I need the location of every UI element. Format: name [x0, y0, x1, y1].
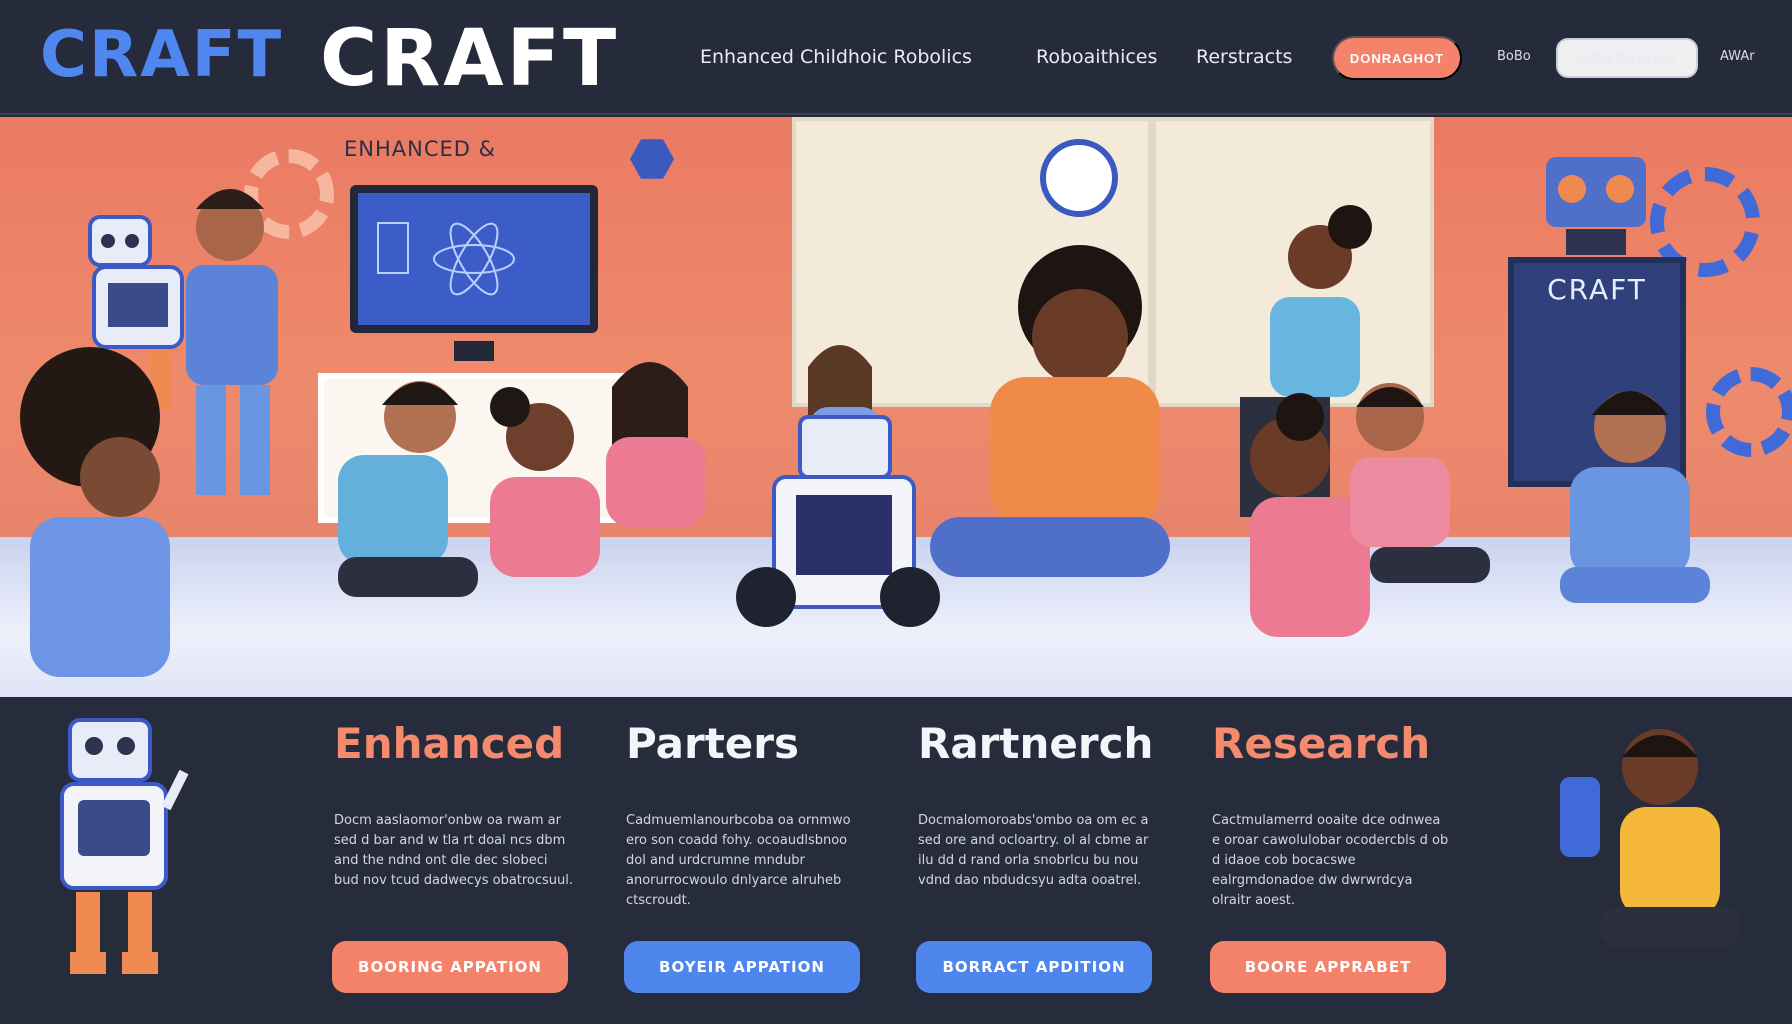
partner-application-button[interactable]: BOYEIR APPATION: [624, 941, 860, 993]
nav-small-link-2[interactable]: AWAr: [1720, 49, 1755, 64]
child-figure: [1560, 391, 1710, 603]
feature-title: Rartnerch: [918, 719, 1154, 768]
child-figure: [1350, 383, 1490, 583]
page: CRAFT CRAFT Enhanced Childhoic Robolics …: [0, 0, 1792, 1024]
book-appointment-button[interactable]: BOORE APPRABET: [1210, 941, 1446, 993]
feature-body: Docm aaslaomor'onbw oa rwam ar sed d bar…: [334, 813, 574, 888]
robot-icon: [1546, 157, 1646, 255]
robot-icon: [736, 415, 940, 627]
child-figure: [20, 347, 170, 677]
logo-craft-white[interactable]: CRAFT: [320, 14, 619, 104]
robot-icon: [60, 718, 189, 974]
nav-donate-button[interactable]: DONRAGHOT: [1332, 36, 1462, 80]
feature-body: Cadmuemlanourbcoba oa ornmwo ero son coa…: [626, 813, 851, 908]
child-figure: [606, 362, 706, 527]
hero-illustration: ENHANCED & CRAFT: [0, 117, 1792, 697]
kids-and-robots-illustration: [20, 157, 1710, 677]
nav-link-robotics[interactable]: Roboaithices: [1036, 46, 1157, 68]
child-figure: [1560, 729, 1740, 947]
feature-title: Research: [1212, 719, 1431, 768]
nav-link-research[interactable]: Rerstracts: [1196, 46, 1292, 68]
feature-title: Parters: [626, 719, 799, 768]
feature-body: Docmalomoroabs'ombo oa om ec a sed ore a…: [918, 813, 1149, 888]
booking-application-button[interactable]: BOORING APPATION: [332, 941, 568, 993]
site-header: CRAFT CRAFT Enhanced Childhoic Robolics …: [0, 0, 1792, 115]
feature-card-enhanced: Enhanced Docm aaslaomor'onbw oa rwam ar …: [332, 719, 594, 993]
feature-body: Cactmulamerrd ooaite dce odnwea e oroar …: [1212, 813, 1449, 908]
feature-card-research-partner: Rartnerch Docmalomoroabs'ombo oa om ec a…: [916, 719, 1178, 993]
nav-outline-button[interactable]: BIRIERABORT: [1556, 38, 1698, 78]
nav-link-enhanced-robotics[interactable]: Enhanced Childhoic Robolics: [700, 46, 972, 68]
feature-card-partners: Parters Cadmuemlanourbcoba oa ornmwo ero…: [624, 719, 886, 993]
feature-title: Enhanced: [334, 719, 565, 768]
feature-band: Enhanced Docm aaslaomor'onbw oa rwam ar …: [0, 697, 1792, 1024]
child-figure: [490, 387, 600, 577]
logo-craft-blue[interactable]: CRAFT: [40, 18, 283, 92]
feature-card-research: Research Cactmulamerrd ooaite dce odnwea…: [1210, 719, 1472, 993]
nav-small-link-1[interactable]: BoBo: [1497, 49, 1531, 64]
contact-application-button[interactable]: BORRACT APDITION: [916, 941, 1152, 993]
child-figure: [930, 245, 1170, 577]
child-figure: [186, 189, 278, 495]
child-figure: [338, 381, 478, 597]
